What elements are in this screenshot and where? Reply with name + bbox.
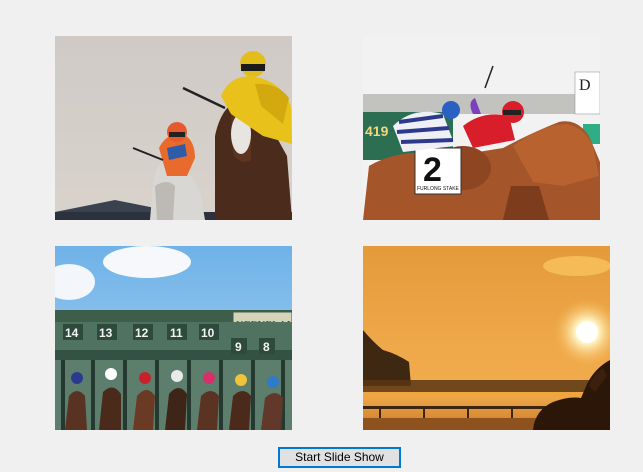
tote-board-text: 419 <box>365 123 389 139</box>
gate-number-11: 11 <box>170 326 183 340</box>
gate-number-9: 9 <box>235 340 242 354</box>
slideshow-window: 419 D 2 FURLONG STAKE 14 13 12 11 10 9 8… <box>0 0 643 472</box>
photo-thumbnail-starting-gate[interactable]: KEENELAN 14 13 12 11 10 9 8 <box>55 246 292 430</box>
sign-letter-text: D <box>579 77 591 94</box>
gate-number-14: 14 <box>65 326 79 340</box>
photo-thumbnail-sunset[interactable] <box>363 246 610 430</box>
gate-number-8: 8 <box>263 340 270 354</box>
sunset-image <box>363 246 610 430</box>
gate-number-10: 10 <box>201 326 215 340</box>
photo-thumbnail-racing-pack[interactable]: 419 D 2 FURLONG STAKE <box>363 36 600 220</box>
saddlecloth-caption-text: FURLONG STAKE <box>417 186 460 192</box>
racing-pack-image: 419 D 2 FURLONG STAKE <box>363 36 600 220</box>
saddlecloth-number-text: 2 <box>423 151 442 189</box>
jockeys-closeup-image <box>55 36 292 220</box>
start-slide-show-button[interactable]: Start Slide Show <box>278 447 401 468</box>
photo-thumbnail-jockeys-closeup[interactable] <box>55 36 292 220</box>
gate-number-13: 13 <box>99 326 113 340</box>
gate-number-12: 12 <box>135 326 149 340</box>
starting-gate-image: KEENELAN 14 13 12 11 10 9 8 <box>55 246 292 430</box>
